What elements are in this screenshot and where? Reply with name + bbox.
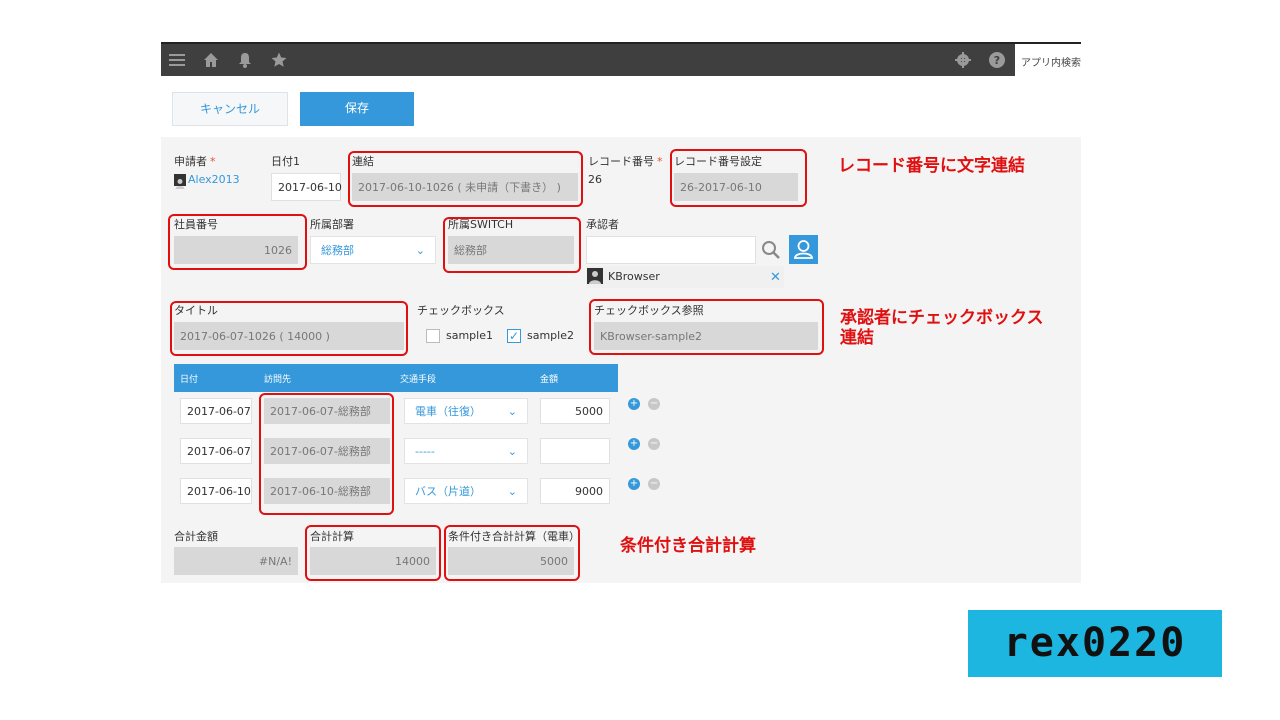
highlight-employee-number <box>168 214 307 270</box>
help-icon[interactable]: ? <box>987 51 1007 71</box>
table-row-date[interactable]: 2017-06-10 <box>180 478 252 504</box>
subtable-header: 日付 訪問先 交通手段 金額 <box>174 364 618 392</box>
checkbox-sample1[interactable] <box>426 329 440 343</box>
checkbox-sample2[interactable]: ✓ <box>507 329 521 343</box>
remove-row-icon[interactable]: − <box>648 478 660 490</box>
table-row-transport-select[interactable]: 電車（往復） ⌄ <box>404 398 528 424</box>
checkbox-label: チェックボックス <box>417 304 505 317</box>
table-row-amount[interactable]: 9000 <box>540 478 610 504</box>
record-number-label: レコード番号 * <box>588 155 663 168</box>
chevron-down-icon: ⌄ <box>415 243 425 257</box>
svg-text:?: ? <box>994 54 1000 67</box>
applicant-user-link[interactable]: Alex2013 <box>188 173 240 186</box>
table-row-amount[interactable]: 5000 <box>540 398 610 424</box>
chevron-down-icon: ⌄ <box>507 484 517 498</box>
highlight-title <box>170 301 408 356</box>
user-select-button[interactable] <box>789 235 818 264</box>
save-button[interactable]: 保存 <box>300 92 414 126</box>
remove-row-icon[interactable]: − <box>648 398 660 410</box>
department-selected-value: 総務部 <box>321 244 354 257</box>
checkbox-sample2-label: sample2 <box>527 329 574 342</box>
table-row-transport-select[interactable]: バス（片道） ⌄ <box>404 478 528 504</box>
total-amount-field: #N/A! <box>174 547 298 575</box>
add-row-icon[interactable]: + <box>628 398 640 410</box>
highlight-concat <box>348 151 583 207</box>
transport-selected-value: ----- <box>415 444 435 458</box>
department-label: 所属部署 <box>310 218 354 231</box>
record-form <box>161 137 1081 583</box>
table-row-transport-select[interactable]: ----- ⌄ <box>404 438 528 464</box>
chevron-down-icon: ⌄ <box>507 444 517 458</box>
highlight-total-calc <box>305 525 441 581</box>
gear-icon[interactable] <box>953 51 973 71</box>
total-amount-label: 合計金額 <box>174 530 218 543</box>
annotation-record-concat: レコード番号に文字連結 <box>838 156 1025 176</box>
highlight-checkbox-ref <box>589 299 824 355</box>
date1-label: 日付1 <box>271 155 300 168</box>
department-select[interactable]: 総務部 ⌄ <box>310 236 436 264</box>
highlight-record-number-setting <box>670 149 807 207</box>
date1-input[interactable]: 2017-06-10 <box>271 173 342 201</box>
bell-icon[interactable] <box>235 51 255 71</box>
column-header-date: 日付 <box>180 375 199 385</box>
user-icon <box>174 174 186 189</box>
transport-selected-value: 電車（往復） <box>415 405 481 418</box>
record-number-value: 26 <box>588 173 602 186</box>
applicant-label: 申請者 * <box>174 155 216 168</box>
add-row-icon[interactable]: + <box>628 438 640 450</box>
app-search-input[interactable]: アプリ内検索 <box>1015 44 1081 78</box>
highlight-conditional-total <box>444 525 580 581</box>
remove-user-icon[interactable]: ✕ <box>770 270 781 285</box>
highlight-destination-column <box>259 393 394 515</box>
top-navigation-bar: ? アプリ内検索 <box>161 42 1081 78</box>
table-row-date[interactable]: 2017-06-07 <box>180 438 252 464</box>
annotation-approver-checkbox-line1: 承認者にチェックボックス <box>840 308 1044 328</box>
annotation-conditional-sum: 条件付き合計計算 <box>620 536 756 556</box>
person-icon <box>794 240 813 259</box>
chevron-down-icon: ⌄ <box>507 404 517 418</box>
add-row-icon[interactable]: + <box>628 478 640 490</box>
table-row-amount[interactable] <box>540 438 610 464</box>
transport-selected-value: バス（片道） <box>415 485 481 498</box>
column-header-amount: 金額 <box>540 375 559 385</box>
approver-user-name: KBrowser <box>608 270 660 283</box>
table-row-date[interactable]: 2017-06-07 <box>180 398 252 424</box>
menu-icon[interactable] <box>167 51 187 71</box>
column-header-destination: 訪問先 <box>264 375 292 385</box>
cancel-button[interactable]: キャンセル <box>172 92 288 126</box>
star-icon[interactable] <box>269 51 289 71</box>
remove-row-icon[interactable]: − <box>648 438 660 450</box>
checkbox-sample1-label: sample1 <box>446 329 493 342</box>
search-icon[interactable] <box>758 237 784 263</box>
annotation-approver-checkbox-line2: 連結 <box>840 328 874 348</box>
user-icon <box>587 268 603 284</box>
highlight-dept-switch <box>443 217 581 273</box>
rex0220-logo: rex0220 <box>968 610 1222 677</box>
approver-label: 承認者 <box>586 218 619 231</box>
home-icon[interactable] <box>201 51 221 71</box>
approver-search-input[interactable] <box>586 236 756 264</box>
column-header-transport: 交通手段 <box>400 375 437 385</box>
